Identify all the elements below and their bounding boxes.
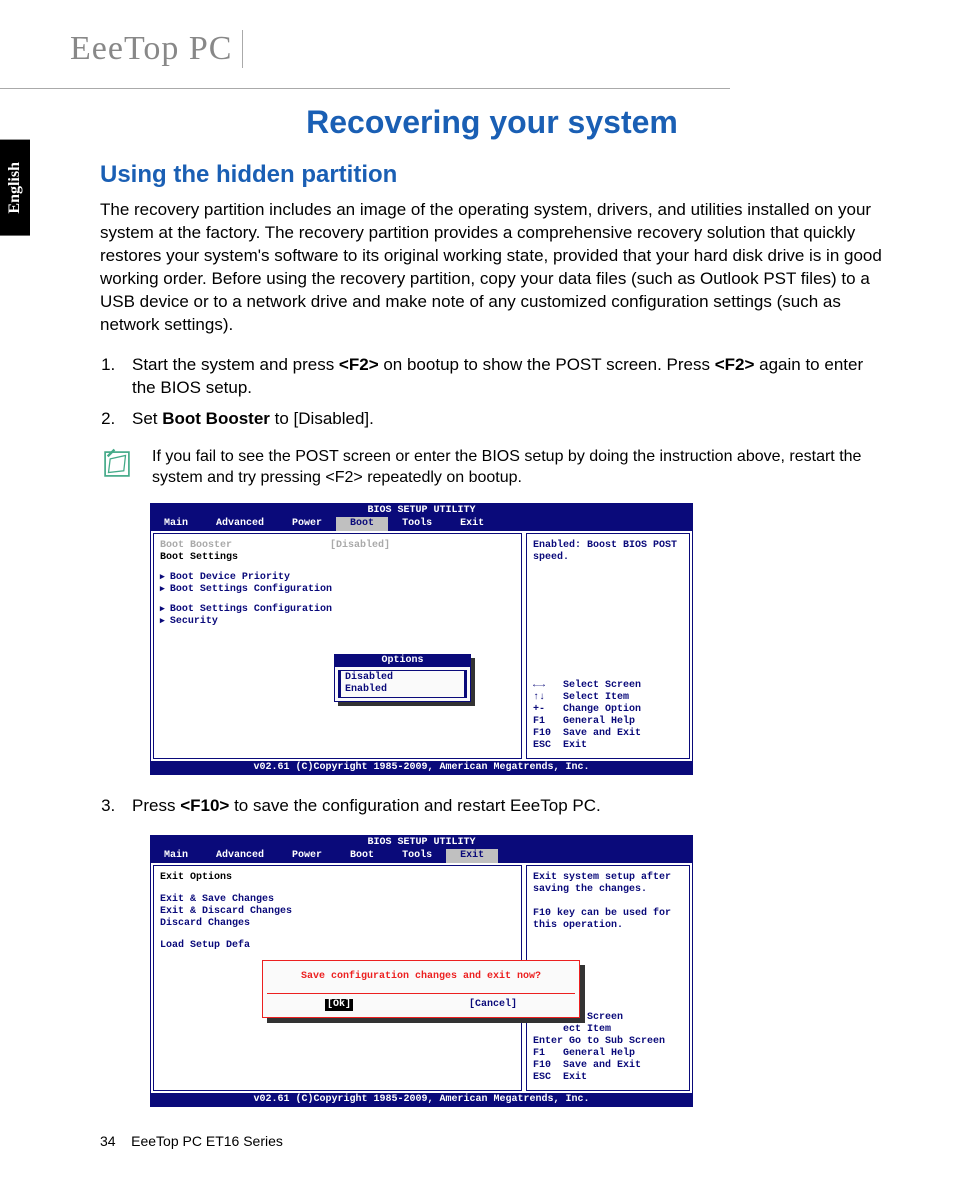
bios-options-popup: Options Disabled Enabled [334,654,471,702]
dialog-ok-button: [Ok] [325,999,353,1011]
step-1: Start the system and press <F2> on bootu… [120,354,884,400]
bios-menu-tabs: Main Advanced Power Boot Tools Exit [150,849,693,863]
step-2: Set Boot Booster to [Disabled]. [120,408,884,431]
step-3: Press <F10> to save the configuration an… [120,795,884,818]
page-title: Recovering your system [100,104,884,141]
bios-save-dialog: Save configuration changes and exit now?… [262,960,580,1018]
dialog-cancel-button: [Cancel] [469,999,517,1011]
bios-screenshot-boot: BIOS SETUP UTILITY Main Advanced Power B… [150,503,693,775]
page-footer: 34 EeeTop PC ET16 Series [100,1133,904,1149]
language-tab: English [0,140,30,236]
note-callout: If you fail to see the POST screen or en… [100,447,884,489]
note-icon [100,447,134,481]
bios-menu-tabs: Main Advanced Power Boot Tools Exit [150,517,693,531]
section-title: Using the hidden partition [100,161,884,189]
product-logo: EeeTop PC [70,30,243,68]
intro-paragraph: The recovery partition includes an image… [100,199,884,337]
bios-screenshot-exit: BIOS SETUP UTILITY Main Advanced Power B… [150,835,693,1107]
